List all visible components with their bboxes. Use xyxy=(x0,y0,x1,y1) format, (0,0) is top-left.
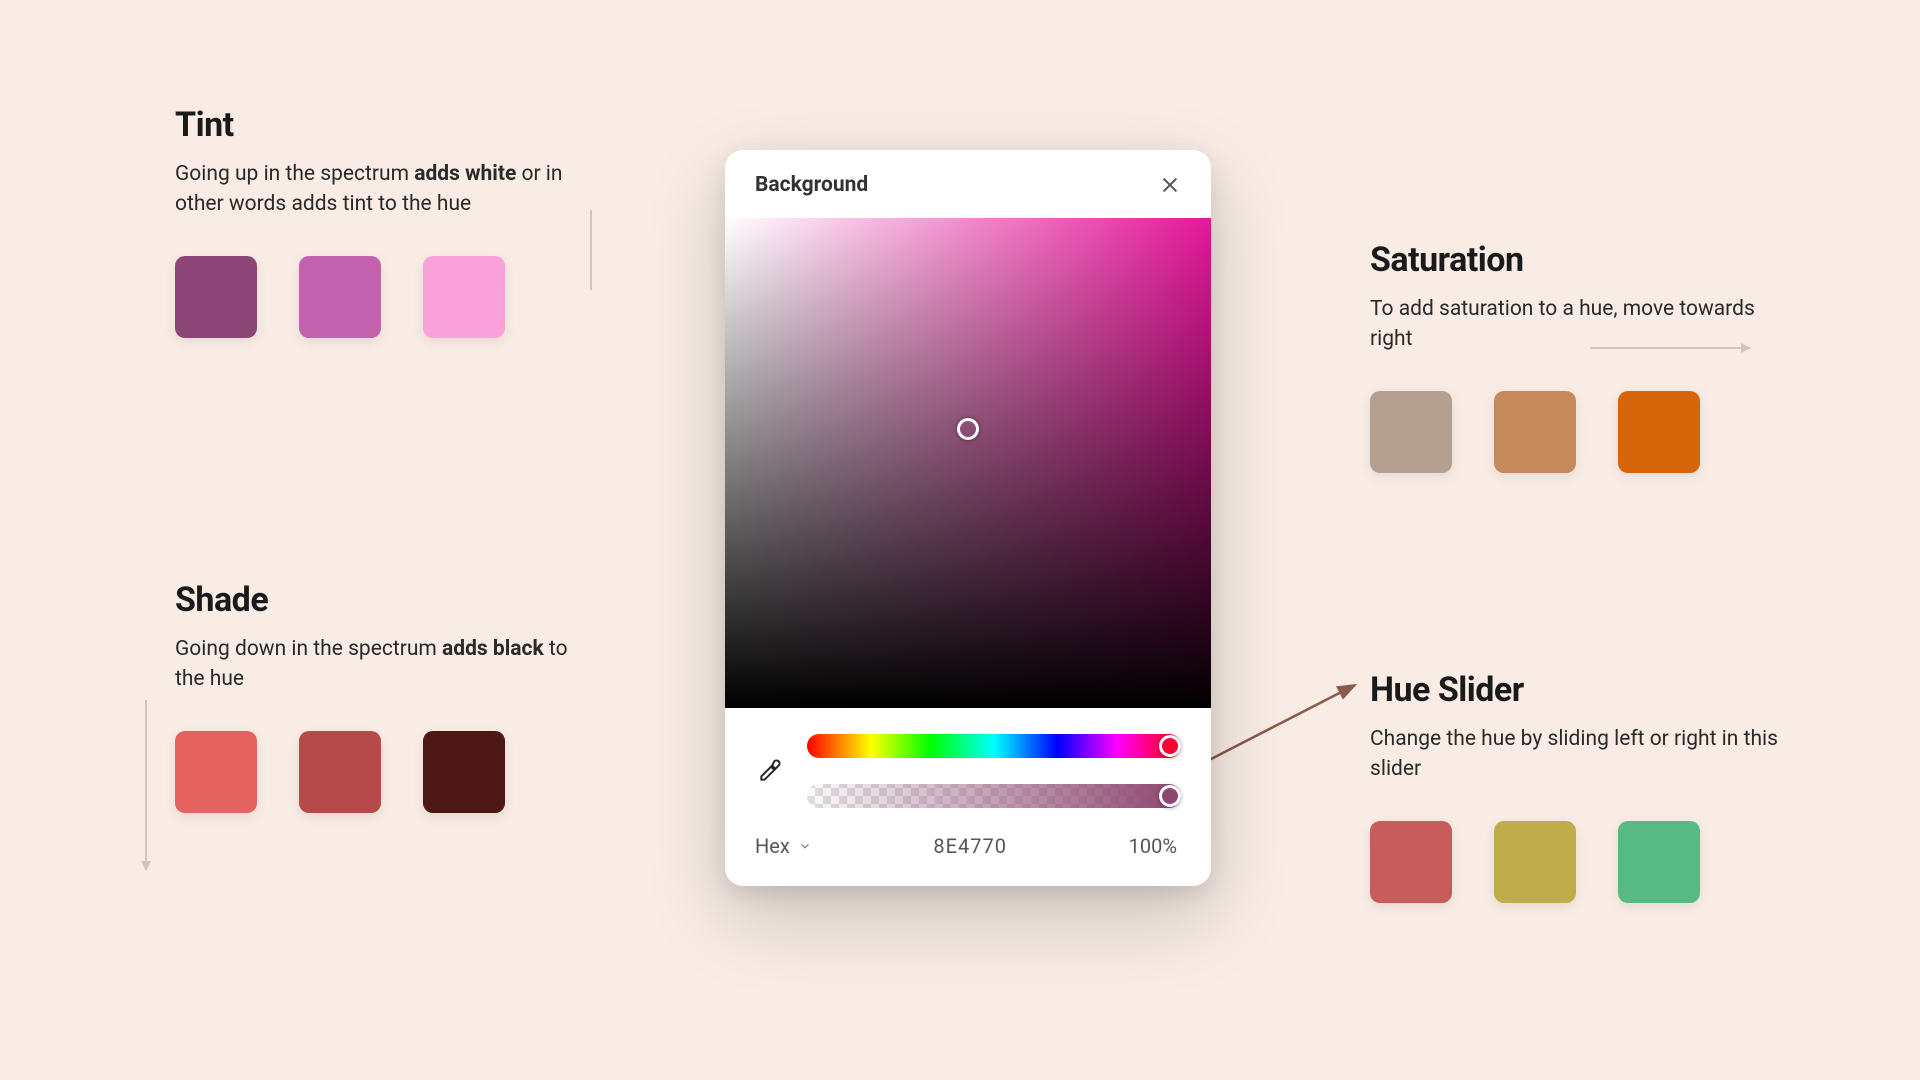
hue-slider[interactable] xyxy=(807,734,1181,758)
close-button[interactable] xyxy=(1157,172,1183,198)
color-format-label: Hex xyxy=(755,834,790,858)
color-picker-panel: Background Hex 8E4770 100% xyxy=(725,150,1211,886)
tint-arrow xyxy=(590,210,592,290)
alpha-value[interactable]: 100% xyxy=(1129,834,1177,858)
chevron-down-icon xyxy=(798,839,812,853)
saturation-section: Saturation To add saturation to a hue, m… xyxy=(1370,240,1790,473)
hue-swatches xyxy=(1370,821,1790,903)
shade-description: Going down in the spectrum adds black to… xyxy=(175,634,595,695)
swatch xyxy=(175,731,257,813)
saturation-arrow xyxy=(1590,347,1750,349)
swatch xyxy=(1370,821,1452,903)
alpha-slider[interactable] xyxy=(807,784,1181,808)
hue-slider-title: Hue Slider xyxy=(1370,670,1790,710)
eyedropper-icon xyxy=(757,758,783,784)
swatch xyxy=(423,731,505,813)
hue-slider-description: Change the hue by sliding left or right … xyxy=(1370,724,1790,785)
picker-title: Background xyxy=(755,173,868,197)
tint-swatches xyxy=(175,256,595,338)
hex-value[interactable]: 8E4770 xyxy=(933,834,1007,858)
swatch xyxy=(1494,391,1576,473)
shade-swatches xyxy=(175,731,595,813)
saturation-value-area[interactable] xyxy=(725,218,1211,708)
slider-block xyxy=(725,708,1211,816)
hue-slider-section: Hue Slider Change the hue by sliding lef… xyxy=(1370,670,1790,903)
swatch xyxy=(299,731,381,813)
saturation-title: Saturation xyxy=(1370,240,1790,280)
close-icon xyxy=(1159,174,1181,196)
tint-title: Tint xyxy=(175,105,595,145)
shade-title: Shade xyxy=(175,580,595,620)
sv-cursor[interactable] xyxy=(957,418,979,440)
swatch xyxy=(175,256,257,338)
alpha-thumb[interactable] xyxy=(1159,785,1181,807)
swatch xyxy=(1618,821,1700,903)
swatch xyxy=(1370,391,1452,473)
swatch xyxy=(1618,391,1700,473)
saturation-description: To add saturation to a hue, move towards… xyxy=(1370,294,1790,355)
tint-section: Tint Going up in the spectrum adds white… xyxy=(175,105,595,338)
saturation-swatches xyxy=(1370,391,1790,473)
swatch xyxy=(1494,821,1576,903)
shade-arrow xyxy=(145,700,147,870)
shade-section: Shade Going down in the spectrum adds bl… xyxy=(175,580,595,813)
hue-thumb[interactable] xyxy=(1159,735,1181,757)
picker-header: Background xyxy=(725,150,1211,218)
eyedropper-button[interactable] xyxy=(755,756,785,786)
value-row: Hex 8E4770 100% xyxy=(725,816,1211,886)
swatch xyxy=(299,256,381,338)
tint-description: Going up in the spectrum adds white or i… xyxy=(175,159,595,220)
swatch xyxy=(423,256,505,338)
color-format-select[interactable]: Hex xyxy=(755,834,812,858)
